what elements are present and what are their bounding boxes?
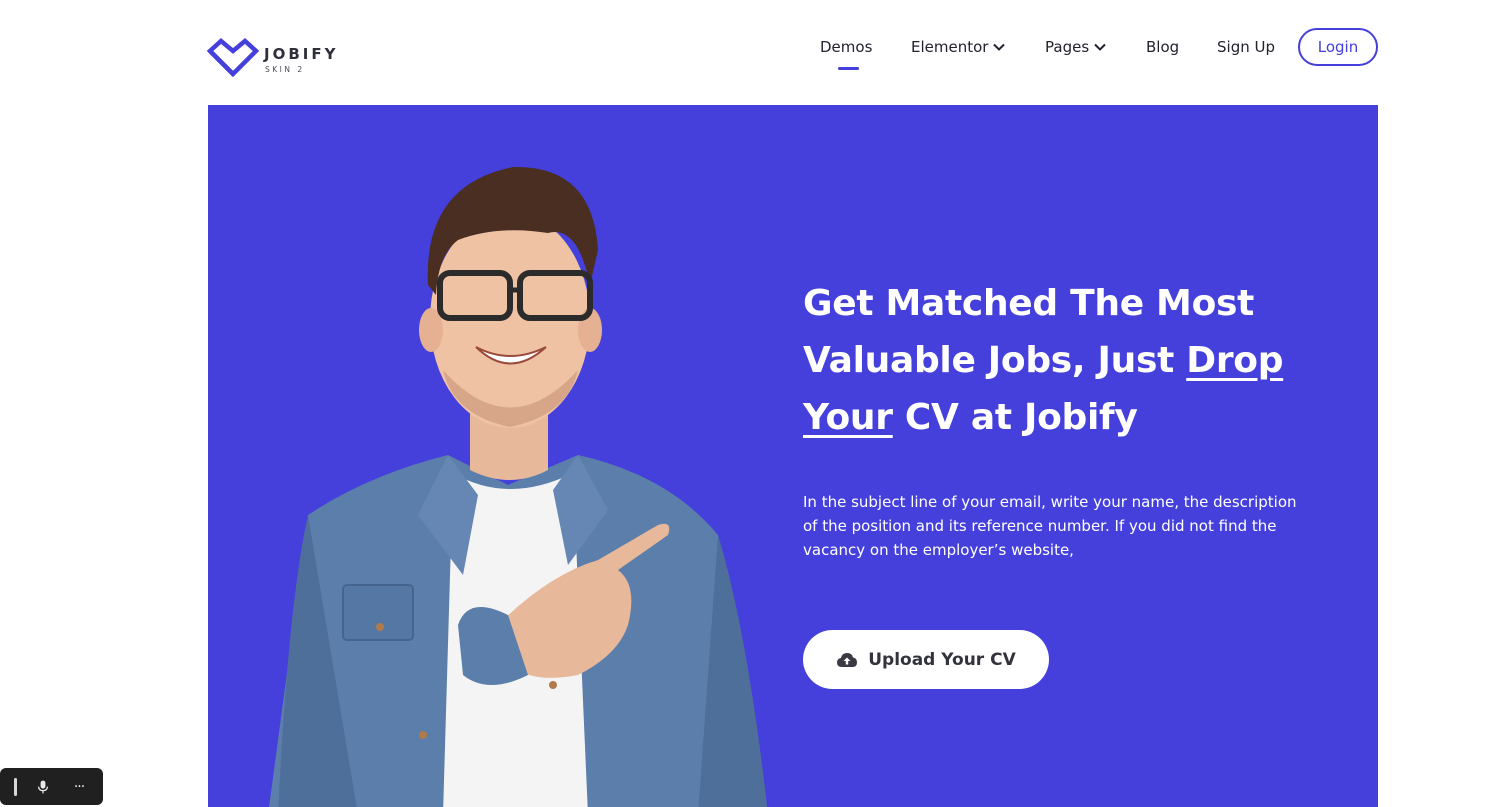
headline-text-end: CV at Jobify [892, 397, 1138, 438]
site-header: JOBIFY SKIN 2 Demos Elementor Pages Blog… [0, 0, 1493, 104]
description-line: In the subject line of your email, write… [803, 493, 1297, 511]
nav-label: Sign Up [1217, 38, 1275, 56]
microphone-icon[interactable] [33, 777, 53, 797]
nav-label: Pages [1045, 38, 1090, 56]
hero-person-image [269, 166, 768, 807]
nav-item-pages[interactable]: Pages [1045, 36, 1107, 58]
chevron-down-icon [993, 43, 1006, 51]
hero-section: Get Matched The Most Valuable Jobs, Just… [208, 105, 1378, 807]
nav-item-sign-up[interactable]: Sign Up [1217, 36, 1275, 58]
nav-label: Demos [820, 38, 873, 56]
floating-toolbar: ··· [0, 768, 103, 805]
description-line: of the position and its reference number… [803, 517, 1277, 559]
more-label: ··· [73, 778, 85, 795]
nav-label: Elementor [911, 38, 989, 56]
active-nav-indicator [838, 67, 859, 70]
nav-item-elementor[interactable]: Elementor [911, 36, 1006, 58]
hero-headline: Get Matched The Most Valuable Jobs, Just… [803, 275, 1323, 446]
nav-item-blog[interactable]: Blog [1146, 36, 1179, 58]
more-icon[interactable]: ··· [69, 777, 89, 797]
chevron-down-icon [1094, 43, 1106, 51]
cloud-upload-icon [837, 652, 858, 667]
upload-cv-button[interactable]: Upload Your CV [803, 630, 1049, 689]
nav-label: Blog [1146, 38, 1180, 56]
grip-icon[interactable] [14, 777, 17, 796]
login-button[interactable]: Login [1298, 28, 1378, 66]
hero-description: In the subject line of your email, write… [803, 490, 1323, 562]
upload-cv-label: Upload Your CV [868, 649, 1016, 670]
main-nav: Demos Elementor Pages Blog Sign Up Login [0, 0, 1493, 104]
nav-item-demos[interactable]: Demos [820, 36, 872, 58]
